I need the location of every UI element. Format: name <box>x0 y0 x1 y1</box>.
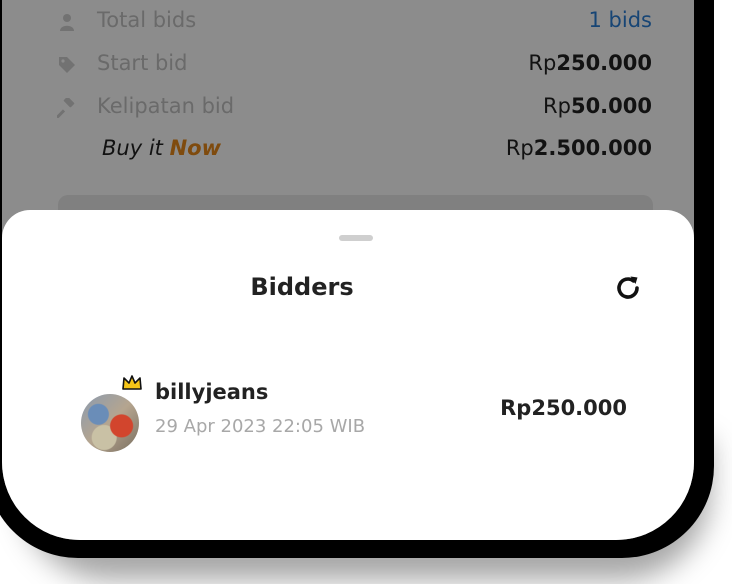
avatar <box>81 394 139 452</box>
refresh-icon <box>613 273 643 307</box>
bid-amount: Rp250.000 <box>500 396 627 420</box>
sheet-drag-handle[interactable] <box>339 235 373 241</box>
bidder-list-item[interactable]: billyjeans 29 Apr 2023 22:05 WIB Rp250.0… <box>62 360 652 452</box>
sheet-title: Bidders <box>250 273 354 301</box>
refresh-button[interactable] <box>610 272 646 308</box>
bidder-avatar-wrap <box>81 374 143 452</box>
crown-icon <box>121 374 143 392</box>
bidder-name: billyjeans <box>155 380 269 404</box>
bidders-sheet: Bidders billyjeans 29 Apr 2023 22:05 WIB <box>2 210 694 540</box>
phone-screen: Total bids 1 bids Start bid Rp250.000 Ke… <box>2 0 694 540</box>
bid-time: 29 Apr 2023 22:05 WIB <box>155 416 366 437</box>
